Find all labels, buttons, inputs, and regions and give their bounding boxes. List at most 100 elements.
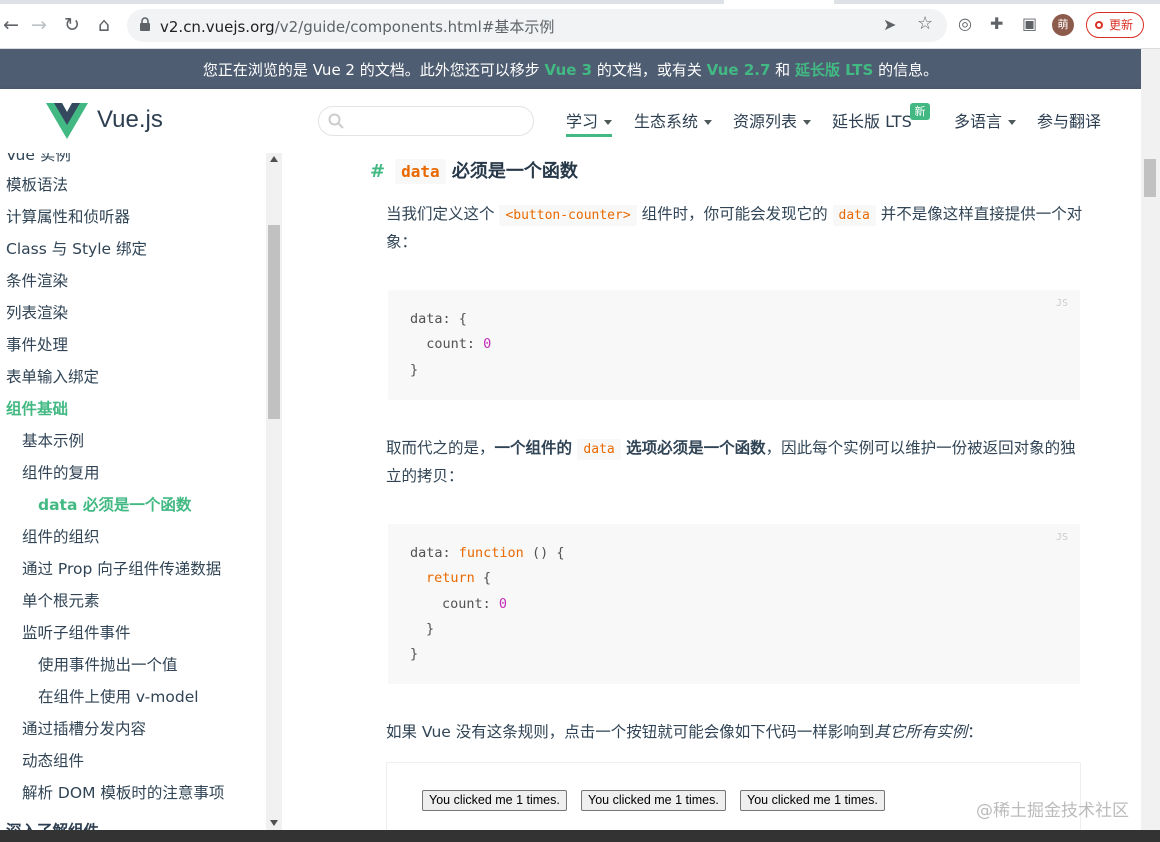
sidebar-subitem[interactable]: 组件的复用 bbox=[22, 461, 100, 483]
code-block: JS data: function () { return { count: 0… bbox=[388, 524, 1080, 684]
home-icon[interactable]: ⌂ bbox=[93, 14, 115, 36]
avatar[interactable]: 萌 bbox=[1052, 14, 1074, 36]
counter-button[interactable]: You clicked me 1 times. bbox=[581, 790, 726, 811]
sidebar-subitem[interactable]: 组件的组织 bbox=[22, 525, 100, 547]
lock-icon bbox=[140, 17, 150, 31]
code-line: } bbox=[426, 621, 435, 637]
code-line: } bbox=[410, 646, 419, 662]
section-heading: # data 必须是一个函数 bbox=[370, 157, 578, 184]
code-lang-label: JS bbox=[1055, 532, 1068, 543]
watermark: @稀土掘金技术社区 bbox=[976, 801, 1129, 821]
sidebar-subitem[interactable]: 通过插槽分发内容 bbox=[22, 717, 146, 739]
back-icon[interactable]: ← bbox=[0, 14, 22, 36]
version-banner: 您正在浏览的是 Vue 2 的文档。此外您还可以移步 Vue 3 的文档，或有关… bbox=[0, 49, 1141, 89]
taskbar bbox=[0, 830, 1160, 842]
sidebar-section-title[interactable]: 深入了解组件 bbox=[6, 819, 99, 830]
active-tab[interactable] bbox=[724, 0, 834, 4]
search-input[interactable] bbox=[318, 106, 534, 136]
sidebar-item[interactable]: Class 与 Style 绑定 bbox=[6, 237, 147, 259]
star-icon[interactable]: ☆ bbox=[917, 13, 933, 34]
chevron-down-icon bbox=[803, 120, 812, 125]
sidebar-item[interactable]: 事件处理 bbox=[6, 333, 68, 355]
update-button[interactable]: 更新 bbox=[1086, 12, 1144, 38]
banner-link-lts[interactable]: 延长版 LTS bbox=[795, 61, 873, 79]
sidebar-subitem[interactable]: 动态组件 bbox=[22, 749, 84, 771]
banner-text: 的信息。 bbox=[873, 61, 939, 79]
nav-lts[interactable]: 延长版 LTS bbox=[832, 108, 912, 132]
scroll-up-icon[interactable] bbox=[270, 156, 278, 162]
forward-icon[interactable]: → bbox=[28, 14, 50, 36]
sidebar-subitem[interactable]: 使用事件抛出一个值 bbox=[38, 653, 178, 675]
code-line: data: function () { bbox=[410, 545, 565, 561]
address-bar[interactable]: v2.cn.vuejs.org/v2/guide/components.html… bbox=[127, 9, 947, 42]
main-content: # data 必须是一个函数 当我们定义这个 <button-counter> 组… bbox=[282, 153, 1141, 830]
scrollbar-thumb[interactable] bbox=[268, 225, 280, 419]
sidebar-subitem[interactable]: 通过 Prop 向子组件传递数据 bbox=[22, 557, 221, 579]
sidebar-item[interactable]: Vue 实例 bbox=[6, 153, 71, 165]
reload-icon[interactable]: ↻ bbox=[61, 14, 83, 36]
sidebar-subitem[interactable]: 基本示例 bbox=[22, 429, 84, 451]
banner-text: 和 bbox=[770, 61, 795, 79]
puzzle-icon[interactable]: ✚ bbox=[990, 14, 1003, 33]
chevron-down-icon bbox=[604, 120, 613, 125]
new-badge: 新 bbox=[910, 103, 930, 120]
banner-text: 的文档，或有关 bbox=[592, 61, 707, 79]
tab-strip bbox=[0, 0, 1160, 4]
sidepanel-icon[interactable]: ▣ bbox=[1022, 14, 1037, 33]
search-icon bbox=[328, 113, 344, 129]
code-line: data: { bbox=[410, 311, 467, 327]
sidebar-item[interactable]: 列表渲染 bbox=[6, 301, 68, 323]
sidebar-scrollbar[interactable] bbox=[266, 153, 282, 830]
sidebar-item[interactable]: 模板语法 bbox=[6, 173, 68, 195]
sidebar-subitem-current[interactable]: data 必须是一个函数 bbox=[38, 493, 191, 515]
sidebar: Vue 实例 模板语法 计算属性和侦听器 Class 与 Style 绑定 条件… bbox=[0, 153, 282, 830]
chevron-down-icon bbox=[704, 120, 713, 125]
code-line: } bbox=[410, 362, 419, 378]
extension-icon[interactable]: ◎ bbox=[958, 14, 972, 33]
sidebar-item[interactable]: 条件渲染 bbox=[6, 269, 68, 291]
banner-link-vue27[interactable]: Vue 2.7 bbox=[707, 61, 771, 79]
code-block: JS data: { count: 0 } bbox=[388, 290, 1080, 400]
vue-logo-icon[interactable] bbox=[46, 103, 88, 139]
nav-ecosystem[interactable]: 生态系统 bbox=[634, 108, 713, 132]
sidebar-item[interactable]: 计算属性和侦听器 bbox=[6, 205, 130, 227]
scroll-down-icon[interactable] bbox=[270, 820, 278, 826]
heading-text: 必须是一个函数 bbox=[451, 161, 578, 182]
paragraph: 取而代之的是，一个组件的 data 选项必须是一个函数，因此每个实例可以维护一份… bbox=[386, 439, 1076, 485]
url-text[interactable]: v2.cn.vuejs.org/v2/guide/components.html… bbox=[160, 16, 554, 37]
nav-languages[interactable]: 多语言 bbox=[954, 108, 1017, 132]
banner-link-vue3[interactable]: Vue 3 bbox=[545, 61, 593, 79]
inline-code: <button-counter> bbox=[499, 205, 637, 226]
send-icon[interactable]: ➤ bbox=[883, 15, 896, 34]
sidebar-subitem[interactable]: 解析 DOM 模板时的注意事项 bbox=[22, 781, 224, 803]
scrollbar-thumb[interactable] bbox=[1144, 159, 1156, 197]
paragraph: 如果 Vue 没有这条规则，点击一个按钮就可能会像如下代码一样影响到其它所有实例… bbox=[386, 723, 983, 741]
code-lang-label: JS bbox=[1055, 298, 1068, 309]
anchor-link[interactable]: # bbox=[370, 161, 385, 182]
browser-toolbar: ← → ↻ ⌂ v2.cn.vuejs.org/v2/guide/compone… bbox=[0, 0, 1160, 49]
nav-resources[interactable]: 资源列表 bbox=[733, 108, 812, 132]
sidebar-item[interactable]: 表单输入绑定 bbox=[6, 365, 99, 387]
inline-code: data bbox=[577, 439, 621, 460]
heading-code: data bbox=[395, 159, 446, 184]
sidebar-subitem[interactable]: 单个根元素 bbox=[22, 589, 100, 611]
paragraph: 当我们定义这个 <button-counter> 组件时，你可能会发现它的 da… bbox=[386, 205, 1083, 251]
nav-translate[interactable]: 参与翻译 bbox=[1037, 108, 1101, 132]
update-label: 更新 bbox=[1109, 18, 1134, 32]
site-header: Vue.js 学习 生态系统 资源列表 延长版 LTS 新 多语言 参与翻译 bbox=[0, 89, 1141, 153]
nav-learn[interactable]: 学习 bbox=[566, 108, 613, 137]
sidebar-subitem[interactable]: 监听子组件事件 bbox=[22, 621, 131, 643]
code-line: count: 0 bbox=[410, 336, 492, 352]
inline-code: data bbox=[832, 205, 876, 226]
sidebar-subitem[interactable]: 在组件上使用 v-model bbox=[38, 685, 199, 707]
counter-button[interactable]: You clicked me 1 times. bbox=[422, 790, 567, 811]
update-icon bbox=[1095, 21, 1103, 29]
sidebar-item-active-section[interactable]: 组件基础 bbox=[6, 397, 68, 419]
brand-name[interactable]: Vue.js bbox=[97, 106, 163, 134]
page-scrollbar[interactable] bbox=[1141, 49, 1160, 830]
banner-text: 您正在浏览的是 Vue 2 的文档。此外您还可以移步 bbox=[202, 61, 545, 79]
counter-button[interactable]: You clicked me 1 times. bbox=[740, 790, 885, 811]
code-line: return { bbox=[426, 570, 492, 586]
code-line: count: 0 bbox=[442, 596, 508, 612]
chevron-down-icon bbox=[1008, 120, 1017, 125]
